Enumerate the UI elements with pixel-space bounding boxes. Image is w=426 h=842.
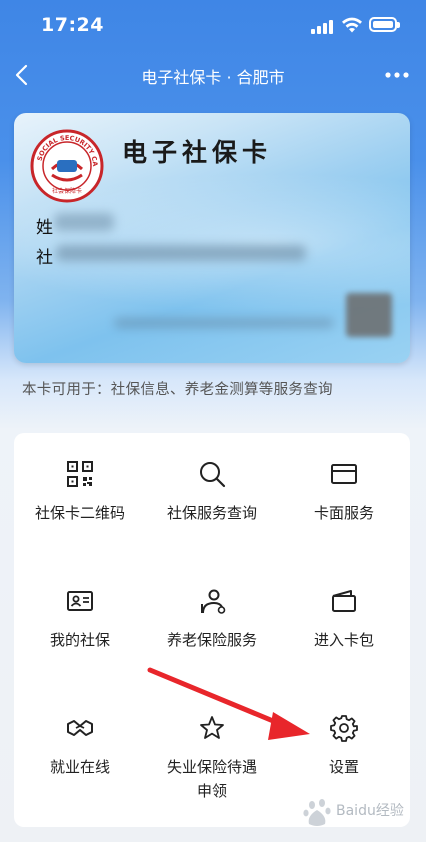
gear-icon: [330, 715, 358, 742]
service-label: 卡面服务: [313, 504, 374, 522]
more-options-icon[interactable]: [382, 62, 412, 88]
card-name-label: 姓: [36, 218, 53, 238]
service-pension[interactable]: 养老保险服务: [146, 586, 278, 652]
service-qr-code[interactable]: 社保卡二维码: [14, 459, 146, 525]
service-label: 就业在线: [49, 758, 110, 776]
wallet-icon: [332, 590, 356, 612]
service-label: 设置: [328, 758, 359, 776]
id-card-icon: [67, 591, 93, 611]
card-photo: [346, 293, 392, 337]
card-title: 电子社保卡: [122, 138, 273, 167]
service-label: 失业保险待遇申领: [166, 758, 257, 800]
card-id-label: 社: [36, 248, 53, 268]
blurred-card-number: [114, 318, 334, 328]
social-security-emblem-icon: SOCIAL SECURITY CARD 社会保障卡: [30, 129, 104, 203]
search-icon: [200, 462, 226, 488]
battery-icon: [369, 17, 400, 32]
service-label: 社保卡二维码: [34, 504, 125, 522]
nav-bar: 电子社保卡 · 合肥市: [0, 52, 426, 98]
wifi-icon: [342, 17, 362, 33]
service-label: 我的社保: [49, 631, 110, 649]
social-security-card[interactable]: SOCIAL SECURITY CARD 社会保障卡 电子社保卡 姓 社: [14, 113, 410, 363]
service-query[interactable]: 社保服务查询: [146, 459, 278, 525]
service-label: 养老保险服务: [166, 631, 257, 649]
qr-code-icon: [67, 461, 93, 487]
cellular-signal-icon: [311, 18, 335, 34]
service-panel: 社保卡二维码 社保服务查询 卡面服务 我的社保 养老保险服务 进入卡包 就业在线…: [14, 433, 410, 827]
card-icon: [331, 464, 357, 484]
card-usage-text: 本卡可用于：社保信息、养老金测算等服务查询: [22, 382, 333, 398]
status-bar: 17:24: [0, 0, 426, 52]
elder-person-icon: [201, 589, 226, 614]
emblem-inner-text: 社会保障卡: [52, 187, 82, 195]
annotation-arrow: [147, 667, 310, 740]
status-time: 17:24: [41, 14, 104, 36]
service-label: 进入卡包: [313, 631, 374, 649]
page-title: 电子社保卡 · 合肥市: [141, 68, 285, 87]
service-card-wallet[interactable]: 进入卡包: [278, 586, 410, 652]
blurred-name: [54, 213, 114, 231]
service-label: 社保服务查询: [166, 504, 257, 522]
handshake-icon: [67, 720, 93, 736]
service-employment[interactable]: 就业在线: [14, 713, 146, 779]
blurred-id-number: [56, 245, 306, 261]
service-card-face[interactable]: 卡面服务: [278, 459, 410, 525]
watermark-text: Baidu经验: [336, 803, 404, 819]
service-my-social-security[interactable]: 我的社保: [14, 586, 146, 652]
